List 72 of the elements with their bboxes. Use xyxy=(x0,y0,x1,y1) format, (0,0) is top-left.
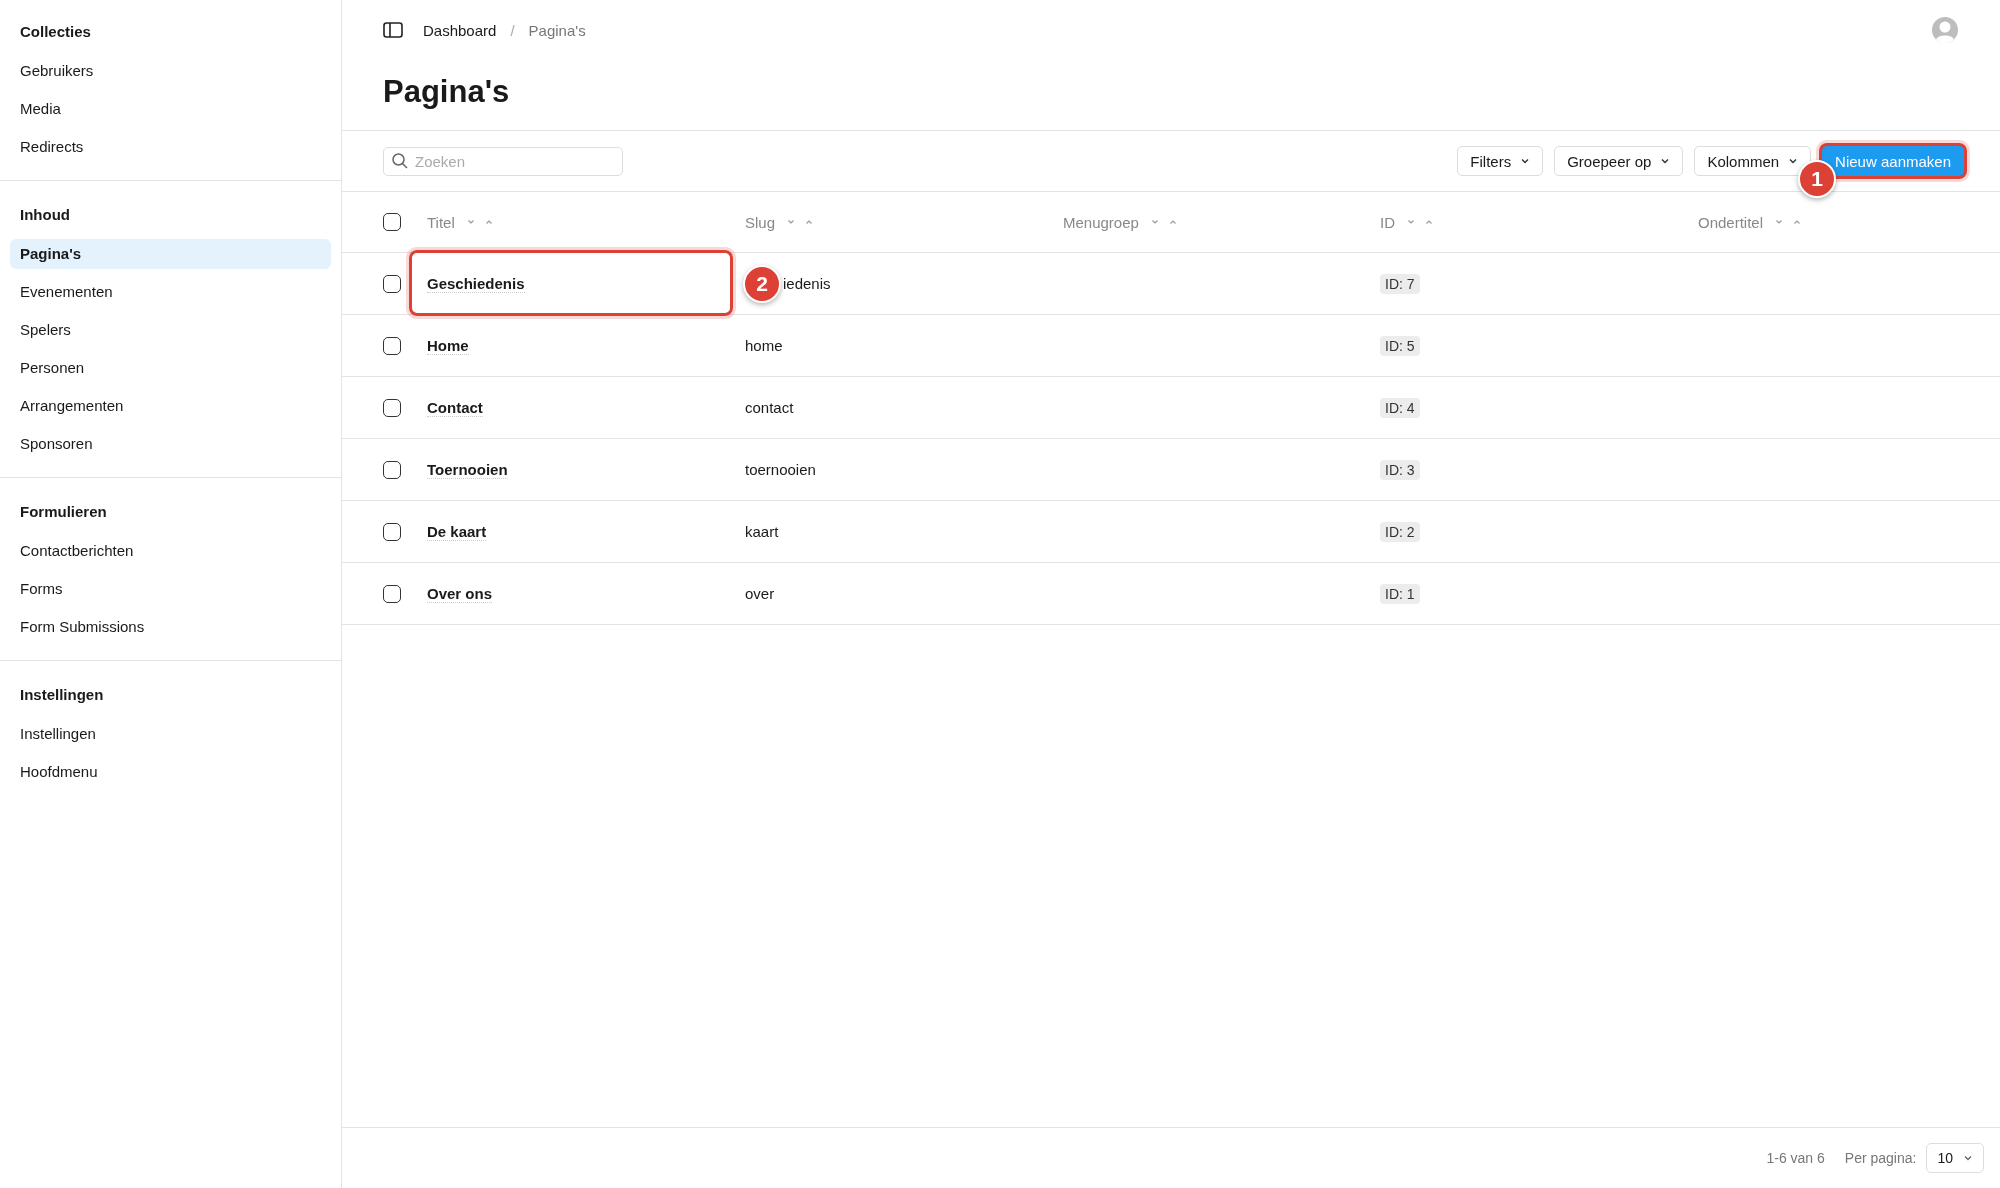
sort-icon[interactable] xyxy=(466,218,493,226)
title-link[interactable]: Over ons xyxy=(427,584,493,603)
column-header[interactable]: ID xyxy=(1380,213,1395,231)
sidebar-item[interactable]: Gebruikers xyxy=(10,56,331,86)
table-cell: home xyxy=(745,337,783,354)
sidebar-item[interactable]: Evenementen xyxy=(10,277,331,307)
breadcrumb-link[interactable]: Pagina's xyxy=(528,21,586,39)
title-link[interactable]: Geschiedenis xyxy=(427,274,525,293)
pagination-range: 1-6 van 6 xyxy=(1766,1150,1825,1166)
chevron-down-icon xyxy=(1660,158,1671,164)
id-badge: ID: 1 xyxy=(1380,583,1420,604)
breadcrumb-link[interactable]: Dashboard xyxy=(423,21,497,39)
column-header[interactable]: Slug xyxy=(745,213,776,231)
id-badge: ID: 4 xyxy=(1380,397,1420,418)
sidebar-item[interactable]: Hoofdmenu xyxy=(10,757,331,787)
callout-badge: 1 xyxy=(1798,160,1837,198)
table-cell: over xyxy=(745,585,775,602)
row-checkbox[interactable] xyxy=(383,460,401,479)
sidebar-heading: Formulieren xyxy=(19,502,108,522)
row-checkbox[interactable] xyxy=(383,336,401,355)
title-link[interactable]: De kaart xyxy=(427,522,487,541)
callout-badge: 2 xyxy=(743,264,781,303)
sidebar-item[interactable]: Form Submissions xyxy=(10,612,331,642)
sidebar-item[interactable]: Forms xyxy=(10,574,331,604)
sidebar-heading: Instellingen xyxy=(19,685,105,705)
sidebar-heading: Collecties xyxy=(19,22,92,42)
sidebar-toggle-icon[interactable] xyxy=(383,22,403,38)
table-cell: toernooien xyxy=(745,461,816,478)
checkbox[interactable] xyxy=(383,213,401,231)
sort-icon[interactable] xyxy=(787,218,814,226)
title-link[interactable]: Home xyxy=(427,336,469,355)
id-badge: ID: 7 xyxy=(1380,273,1420,294)
id-badge: ID: 5 xyxy=(1380,335,1420,356)
id-badge: ID: 3 xyxy=(1380,459,1420,480)
per-page-select[interactable]: 10 xyxy=(1926,1143,1984,1173)
chevron-down-icon xyxy=(1963,1155,1973,1161)
table-cell: contact xyxy=(745,399,794,416)
column-header[interactable]: Menugroep xyxy=(1063,213,1139,231)
table-cell: iedenis xyxy=(783,275,831,292)
id-badge: ID: 2 xyxy=(1380,521,1420,542)
sort-icon[interactable] xyxy=(1150,218,1177,226)
sidebar-item[interactable]: Spelers xyxy=(10,315,331,345)
sidebar-item[interactable]: Personen xyxy=(10,353,331,383)
search-field[interactable]: Zoeken xyxy=(383,146,623,176)
sidebar-item[interactable]: Media xyxy=(10,94,331,124)
search-icon xyxy=(391,151,409,170)
page-title: Pagina's xyxy=(342,60,2000,131)
table-cell: kaart xyxy=(745,523,779,540)
row-checkbox[interactable] xyxy=(383,584,401,603)
title-link[interactable]: Toernooien xyxy=(427,460,508,479)
breadcrumb-separator: / xyxy=(510,21,515,39)
sidebar-item[interactable]: Instellingen xyxy=(10,719,331,749)
sidebar-heading: Inhoud xyxy=(19,205,71,225)
row-checkbox[interactable] xyxy=(383,274,401,293)
sort-icon[interactable] xyxy=(1407,218,1433,226)
sidebar-item[interactable]: Arrangementen xyxy=(10,391,331,421)
dropdown-button[interactable]: Filters xyxy=(1457,146,1544,176)
sort-icon[interactable] xyxy=(1775,218,1802,226)
sidebar-item[interactable]: Sponsoren xyxy=(10,429,331,459)
per-page-label: Per pagina: xyxy=(1844,1150,1917,1166)
chevron-down-icon xyxy=(1520,158,1531,164)
dropdown-button[interactable]: Groepeer op xyxy=(1554,146,1684,176)
chevron-down-icon xyxy=(1788,158,1799,164)
dropdown-button[interactable]: Kolommen xyxy=(1694,146,1812,176)
title-link[interactable]: Contact xyxy=(427,398,483,417)
sidebar-item[interactable]: Contactberichten xyxy=(10,536,331,566)
sidebar-item[interactable]: Redirects xyxy=(10,132,331,162)
column-header[interactable]: Titel xyxy=(427,213,455,231)
row-checkbox[interactable] xyxy=(383,398,401,417)
column-header[interactable]: Ondertitel xyxy=(1698,213,1764,231)
row-checkbox[interactable] xyxy=(383,522,401,541)
sidebar-item[interactable]: Pagina's xyxy=(10,239,331,269)
